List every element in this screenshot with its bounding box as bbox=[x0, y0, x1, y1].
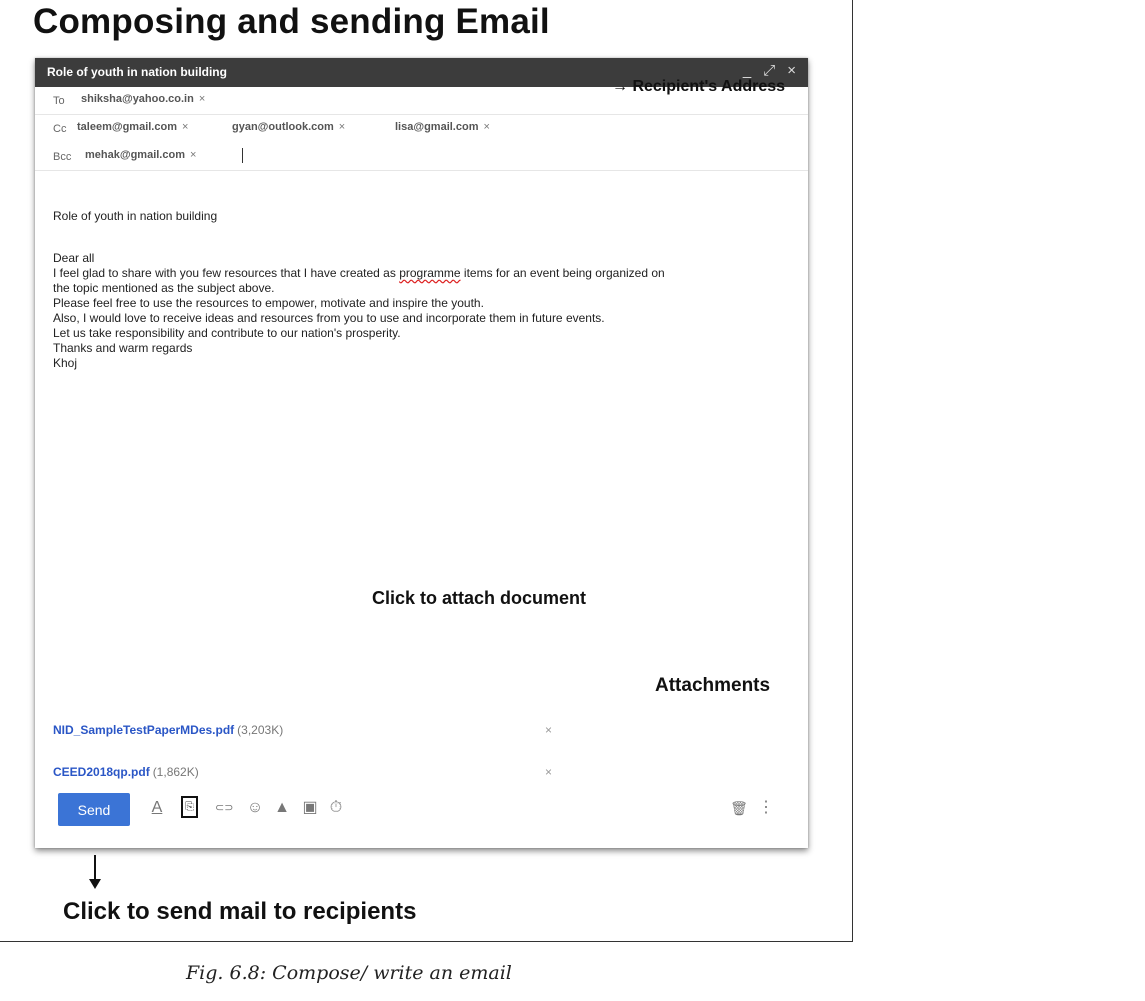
body-text-segment: I feel glad to share with you few resour… bbox=[53, 266, 400, 280]
body-text-segment: items for an event being organized on bbox=[460, 266, 665, 280]
compose-toolbar: Send A ⎘ ⊂⊃ ☺ ▲ ▣ ⏱ 🗑 ⋮ bbox=[35, 788, 808, 848]
compose-title: Role of youth in nation building bbox=[47, 65, 227, 79]
photo-icon[interactable]: ▣ bbox=[301, 799, 319, 817]
subject-field[interactable]: Role of youth in nation building bbox=[53, 209, 217, 223]
attachment-size: (1,862K) bbox=[152, 765, 199, 779]
body-line: I feel glad to share with you few resour… bbox=[53, 266, 803, 281]
cc-label: Cc bbox=[53, 123, 67, 135]
body-line: Also, I would love to receive ideas and … bbox=[53, 311, 605, 325]
remove-attachment-icon[interactable]: × bbox=[545, 765, 552, 779]
recipient-chip[interactable]: taleem@gmail.com × bbox=[77, 121, 188, 133]
body-line: Dear all bbox=[53, 251, 95, 265]
attach-file-icon[interactable]: ⎘ bbox=[181, 796, 198, 818]
message-body[interactable]: Dear all I feel glad to share with you f… bbox=[53, 251, 803, 371]
link-icon[interactable]: ⊂⊃ bbox=[215, 799, 233, 817]
chip-email: gyan@outlook.com bbox=[232, 121, 334, 133]
chip-email: lisa@gmail.com bbox=[395, 121, 479, 133]
send-button[interactable]: Send bbox=[58, 793, 130, 826]
spelling-flag: programme bbox=[399, 266, 461, 280]
to-label: To bbox=[53, 95, 65, 107]
delete-icon[interactable]: 🗑 bbox=[730, 799, 748, 817]
cc-field[interactable]: Cc taleem@gmail.com × gyan@outlook.com × l… bbox=[35, 115, 808, 143]
chip-email: mehak@gmail.com bbox=[85, 149, 185, 161]
emoji-icon[interactable]: ☺ bbox=[246, 799, 264, 817]
expand-icon[interactable]: ⤢ bbox=[763, 62, 775, 79]
text-cursor bbox=[242, 148, 243, 163]
drive-icon[interactable]: ▲ bbox=[273, 799, 291, 817]
body-line: the topic mentioned as the subject above… bbox=[53, 281, 275, 295]
attachment-size: (3,203K) bbox=[237, 723, 284, 737]
recipient-chip[interactable]: gyan@outlook.com × bbox=[232, 121, 345, 133]
minimize-icon[interactable]: _ bbox=[743, 62, 751, 79]
attachment-name[interactable]: CEED2018qp.pdf bbox=[53, 765, 150, 779]
body-line: Thanks and warm regards bbox=[53, 341, 193, 355]
bcc-label: Bcc bbox=[53, 151, 72, 163]
attachments-note: Attachments bbox=[655, 675, 771, 696]
send-mail-note: Click to send mail to recipients bbox=[63, 898, 417, 925]
format-text-icon[interactable]: A bbox=[148, 799, 166, 817]
remove-chip-icon[interactable]: × bbox=[339, 121, 345, 133]
recipient-chip[interactable]: shiksha@yahoo.co.in × bbox=[81, 93, 205, 105]
bcc-field[interactable]: Bcc mehak@gmail.com × bbox=[35, 143, 808, 171]
remove-chip-icon[interactable]: × bbox=[190, 149, 196, 161]
chip-email: shiksha@yahoo.co.in bbox=[81, 93, 194, 105]
confidential-mode-icon[interactable]: ⏱ bbox=[327, 799, 345, 817]
remove-chip-icon[interactable]: × bbox=[483, 121, 489, 133]
remove-chip-icon[interactable]: × bbox=[199, 93, 205, 105]
page-title: Composing and sending Email bbox=[33, 2, 550, 41]
recipient-address-note: → Recipient's Address bbox=[612, 78, 786, 95]
chip-email: taleem@gmail.com bbox=[77, 121, 177, 133]
body-line: Let us take responsibility and contribut… bbox=[53, 326, 401, 340]
close-icon[interactable]: × bbox=[787, 62, 796, 79]
recipient-chip[interactable]: mehak@gmail.com × bbox=[85, 149, 196, 161]
recipient-chip[interactable]: lisa@gmail.com × bbox=[395, 121, 490, 133]
body-line: Please feel free to use the resources to… bbox=[53, 296, 484, 310]
arrow-down-icon bbox=[89, 855, 101, 889]
body-line: Khoj bbox=[53, 356, 78, 370]
more-options-icon[interactable]: ⋮ bbox=[757, 799, 775, 817]
remove-attachment-icon[interactable]: × bbox=[545, 723, 552, 737]
attach-document-note: Click to attach document bbox=[372, 588, 587, 608]
window-controls: _ ⤢ × bbox=[743, 62, 796, 79]
compose-window: Role of youth in nation building _ ⤢ × T… bbox=[35, 58, 808, 848]
remove-chip-icon[interactable]: × bbox=[182, 121, 188, 133]
attachment-name[interactable]: NID_SampleTestPaperMDes.pdf bbox=[53, 723, 234, 737]
attachment-item[interactable]: NID_SampleTestPaperMDes.pdf (3,203K) × bbox=[53, 723, 552, 753]
figure-caption: Fig. 6.8: Compose/ write an email bbox=[186, 962, 512, 984]
